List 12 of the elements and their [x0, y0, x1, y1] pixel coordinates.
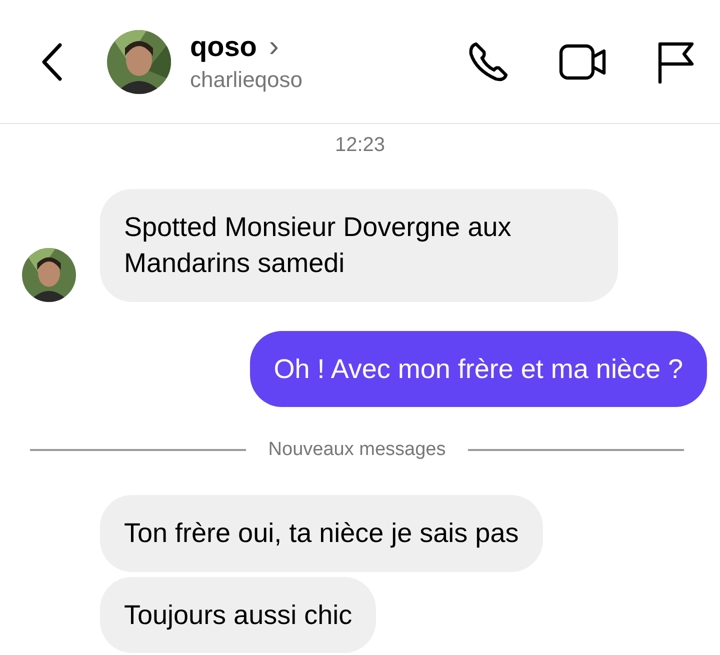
- chevron-icon[interactable]: ›: [268, 32, 279, 62]
- received-message: Spotted Monsieur Dovergne aux Mandarins samedi: [100, 189, 618, 302]
- received-message: Toujours aussi chic: [100, 576, 376, 654]
- back-icon[interactable]: [40, 42, 64, 82]
- username: charlieqoso: [190, 66, 303, 92]
- contact-name[interactable]: qoso: [190, 30, 257, 62]
- sent-message: Oh ! Avec mon frère et ma nièce ?: [250, 330, 707, 408]
- timestamp: 12:23: [334, 134, 386, 157]
- new-messages-divider: Nouveaux messages: [268, 439, 446, 462]
- received-message: Ton frère oui, ta nièce je sais pas: [100, 495, 543, 572]
- video-camera-icon[interactable]: [558, 42, 608, 82]
- flag-icon[interactable]: [656, 40, 696, 84]
